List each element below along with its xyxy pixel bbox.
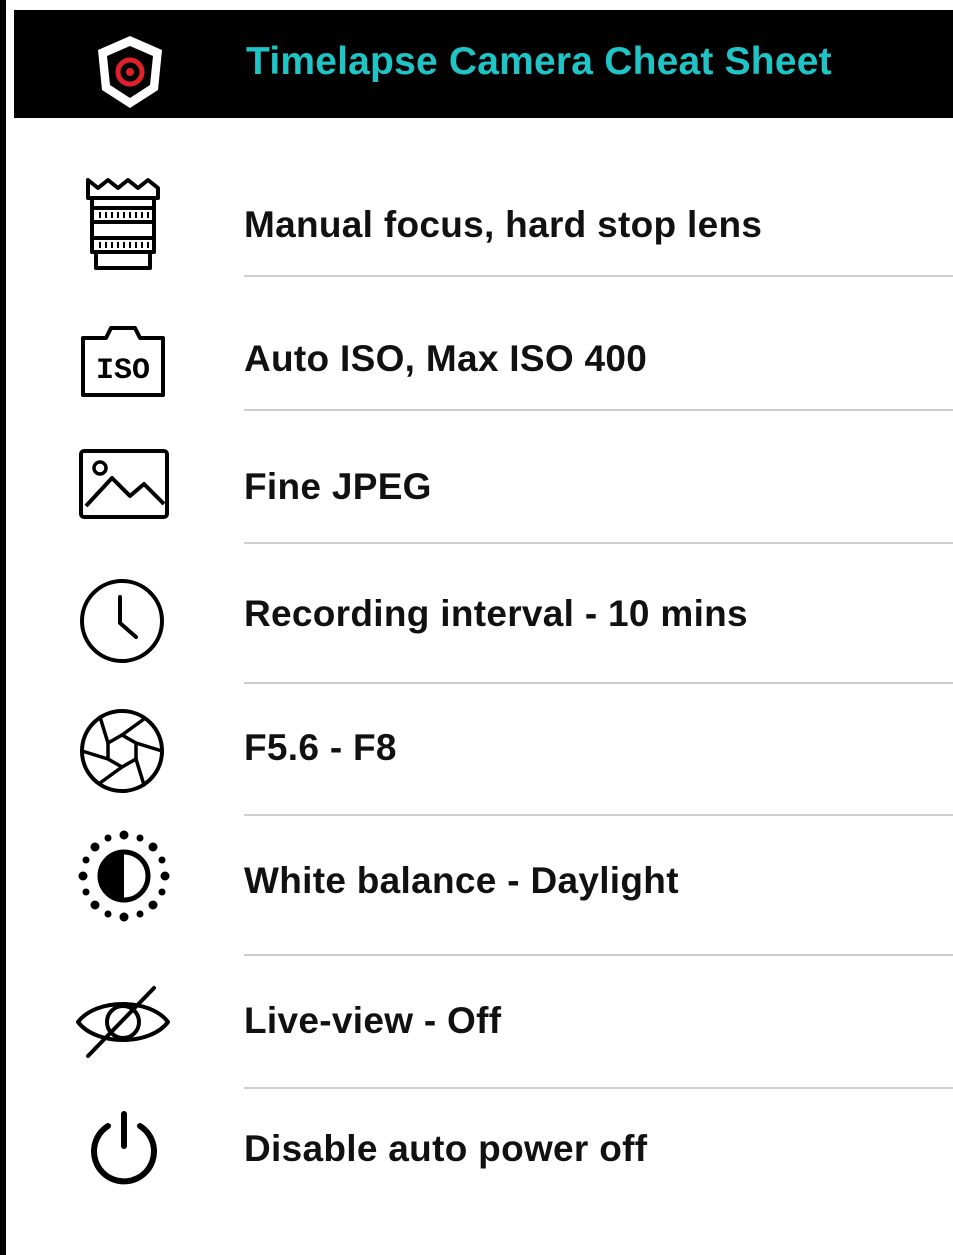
eye-off-icon — [76, 986, 170, 1058]
setting-label: Fine JPEG — [244, 466, 432, 507]
setting-label: Disable auto power off — [244, 1128, 648, 1169]
cheat-sheet: Timelapse Camera Cheat Sheet Manual focu… — [0, 0, 953, 1255]
setting-label: Recording interval - 10 mins — [244, 593, 748, 634]
power-icon — [91, 1111, 157, 1185]
row-divider — [244, 275, 953, 277]
clock-icon — [80, 579, 164, 663]
setting-label: Live-view - Off — [244, 1000, 502, 1041]
row-divider — [244, 682, 953, 684]
image-icon — [79, 449, 169, 519]
aperture-icon — [80, 709, 164, 793]
row-divider — [244, 954, 953, 956]
row-divider — [244, 1087, 953, 1089]
shield-camera-icon — [98, 36, 162, 108]
row-divider — [244, 542, 953, 544]
page-title: Timelapse Camera Cheat Sheet — [246, 40, 832, 83]
svg-text:ISO: ISO — [96, 354, 150, 388]
setting-label: Manual focus, hard stop lens — [244, 204, 763, 245]
row-divider — [244, 814, 953, 816]
header-bar: Timelapse Camera Cheat Sheet — [14, 10, 953, 118]
brightness-icon — [78, 830, 170, 922]
row-divider — [244, 409, 953, 411]
lens-icon — [86, 178, 160, 270]
iso-camera-icon: ISO — [81, 326, 165, 397]
setting-label: White balance - Daylight — [244, 860, 679, 901]
setting-label: F5.6 - F8 — [244, 727, 397, 768]
setting-label: Auto ISO, Max ISO 400 — [244, 338, 648, 379]
